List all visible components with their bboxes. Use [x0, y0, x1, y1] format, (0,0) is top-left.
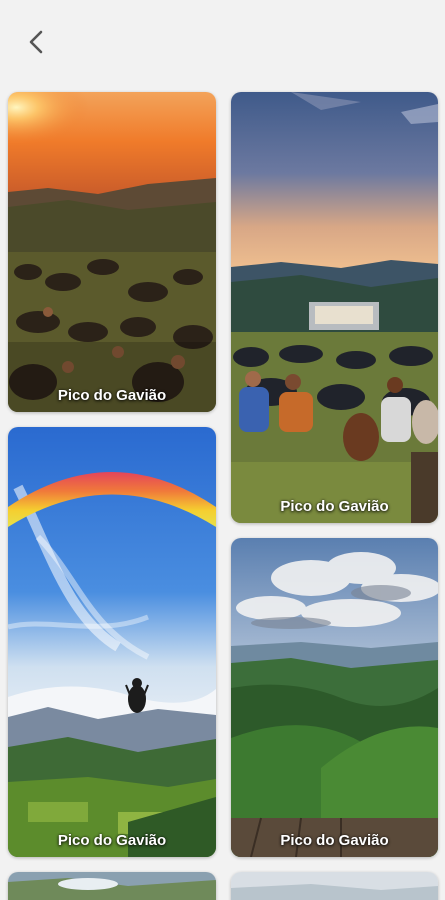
sunset-crowd-photo [8, 92, 216, 412]
app-screen: Pico do Gavião Pico do Gavião Pico do Ga… [0, 0, 445, 900]
gallery-card[interactable]: Pico do Gavião [231, 538, 438, 857]
paraglider-photo [8, 427, 216, 857]
gallery-card[interactable]: Pico do Gavião [231, 92, 438, 523]
card-caption: Pico do Gavião [57, 832, 167, 849]
chevron-left-icon [29, 30, 43, 54]
landscape-photo [8, 872, 216, 900]
top-bar [0, 0, 445, 84]
valley-clouds-photo [231, 538, 438, 857]
landscape-photo [231, 872, 438, 900]
gallery-card[interactable]: Pico do Gavião [8, 92, 216, 412]
gallery-card[interactable] [8, 872, 216, 900]
gallery-card[interactable]: Pico do Gavião [8, 427, 216, 857]
card-caption: Pico do Gavião [57, 387, 167, 404]
back-button[interactable] [22, 26, 54, 58]
card-caption: Pico do Gavião [280, 832, 389, 849]
crowd-stage-photo [231, 92, 438, 523]
card-caption: Pico do Gavião [280, 498, 389, 515]
gallery-card[interactable] [231, 872, 438, 900]
